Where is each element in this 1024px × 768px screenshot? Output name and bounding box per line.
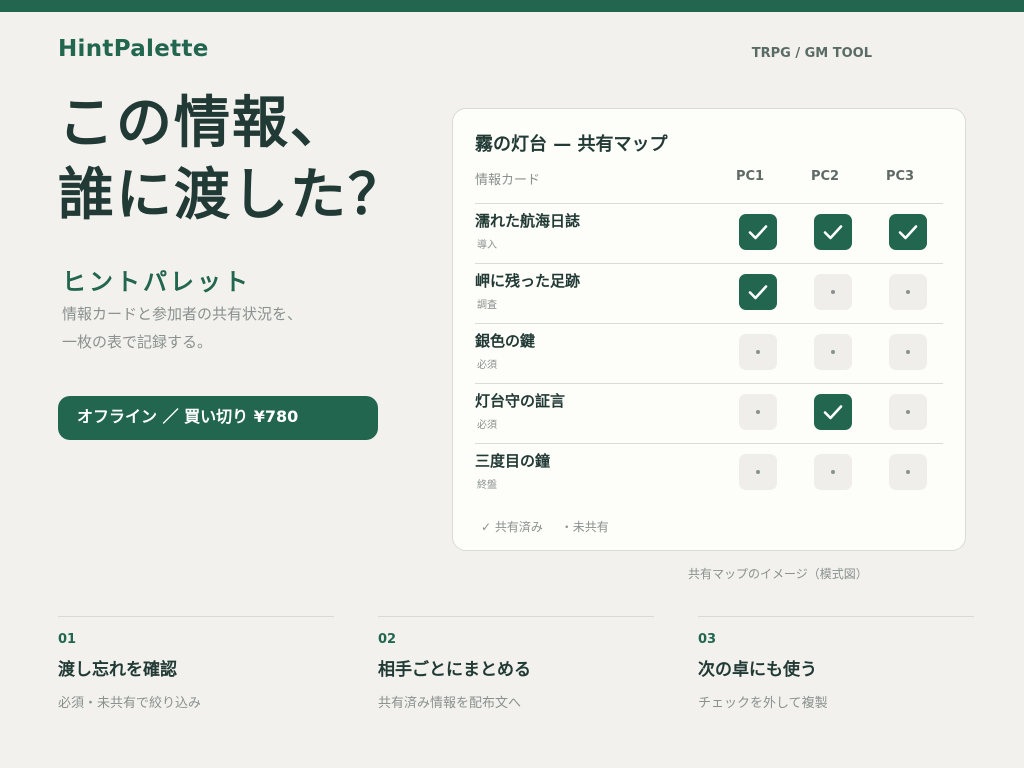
feature-title: 次の卓にも使う <box>698 660 817 680</box>
dot-icon <box>906 470 910 474</box>
legend-unshared: ・未共有 <box>560 520 609 534</box>
player-column-header: PC1 <box>735 169 765 184</box>
dot-icon <box>756 350 760 354</box>
info-card-name: 銀色の鍵 <box>475 332 536 350</box>
feature-number: 01 <box>58 632 77 647</box>
feature-description: 共有済み情報を配布文へ <box>378 696 522 711</box>
info-card-tag: 導入 <box>477 240 497 251</box>
shared-checkbox-unchecked[interactable] <box>814 334 852 370</box>
table-row: 灯台守の証言 必須 <box>475 383 943 443</box>
shared-checkbox-unchecked[interactable] <box>814 454 852 490</box>
check-icon <box>823 225 843 240</box>
share-table: 濡れた航海日誌 導入 岬に残った足跡 調査 銀色の鍵 必須 灯台守の証言 必須 三度目の鐘 終盤 <box>475 203 943 503</box>
info-card-name: 岬に残った足跡 <box>475 272 581 290</box>
feature-title: 相手ごとにまとめる <box>378 660 531 680</box>
check-icon <box>898 225 918 240</box>
info-card-tag: 必須 <box>477 420 497 431</box>
share-map-card: 霧の灯台 — 共有マップ 情報カード PC1 PC2 PC3 濡れた航海日誌導入… <box>452 108 966 551</box>
feature-1: 01 渡し忘れを確認 必須・未共有で絞り込み <box>58 616 334 711</box>
shared-checkbox-checked[interactable] <box>889 214 927 250</box>
table-row: 濡れた航海日誌 導入 <box>475 203 943 263</box>
dot-icon <box>831 470 835 474</box>
shared-checkbox-unchecked[interactable] <box>889 394 927 430</box>
feature-3: 03 次の卓にも使う チェックを外して複製 <box>698 616 974 711</box>
top-accent-bar <box>0 0 1024 12</box>
player-column-header: PC3 <box>885 169 915 184</box>
map-caption: 共有マップのイメージ（模式図） <box>688 567 868 581</box>
info-card-name: 濡れた航海日誌 <box>475 212 581 230</box>
shared-checkbox-checked[interactable] <box>814 214 852 250</box>
hero-title-line-2: 誰に渡した？ <box>58 163 406 228</box>
info-card-tag: 調査 <box>477 300 497 311</box>
shared-checkbox-unchecked[interactable] <box>889 274 927 310</box>
hero-description-line-1: 情報カードと参加者の共有状況を、 <box>62 305 303 323</box>
dot-icon <box>906 410 910 414</box>
shared-checkbox-checked[interactable] <box>739 274 777 310</box>
check-icon <box>748 285 768 300</box>
feature-description: 必須・未共有で絞り込み <box>58 696 202 711</box>
shared-checkbox-unchecked[interactable] <box>739 394 777 430</box>
tagline: TRPG / GM TOOL <box>751 46 872 61</box>
dot-icon <box>906 290 910 294</box>
dot-icon <box>756 470 760 474</box>
check-icon <box>748 225 768 240</box>
shared-checkbox-unchecked[interactable] <box>739 454 777 490</box>
share-map-title: 霧の灯台 — 共有マップ <box>475 134 668 155</box>
shared-checkbox-unchecked[interactable] <box>739 334 777 370</box>
hero-title: この情報、 誰に渡した？ <box>58 88 406 232</box>
info-card-column-header: 情報カード <box>475 173 541 188</box>
hero-description-line-2: 一枚の表で記録する。 <box>62 333 213 351</box>
check-icon <box>823 405 843 420</box>
info-card-tag: 必須 <box>477 360 497 371</box>
table-row: 銀色の鍵 必須 <box>475 323 943 383</box>
info-card-name: 三度目の鐘 <box>475 452 551 470</box>
dot-icon <box>831 290 835 294</box>
shared-checkbox-checked[interactable] <box>814 394 852 430</box>
shared-checkbox-unchecked[interactable] <box>814 274 852 310</box>
table-row: 岬に残った足跡 調査 <box>475 263 943 323</box>
dot-icon <box>756 410 760 414</box>
hero-title-line-1: この情報、 <box>58 91 348 156</box>
feature-2: 02 相手ごとにまとめる 共有済み情報を配布文へ <box>378 616 654 711</box>
purchase-button[interactable]: オフライン ／ 買い切り ¥780 <box>58 396 378 440</box>
player-column-header: PC2 <box>810 169 840 184</box>
feature-number: 02 <box>378 632 397 647</box>
info-card-name: 灯台守の証言 <box>475 392 566 410</box>
shared-checkbox-unchecked[interactable] <box>889 334 927 370</box>
info-card-tag: 終盤 <box>477 480 497 491</box>
shared-checkbox-unchecked[interactable] <box>889 454 927 490</box>
feature-number: 03 <box>698 632 717 647</box>
hero-subtitle: ヒントパレット <box>62 268 251 296</box>
feature-title: 渡し忘れを確認 <box>58 660 177 680</box>
legend-shared: ✓ 共有済み <box>481 520 543 534</box>
hero-description: 情報カードと参加者の共有状況を、 一枚の表で記録する。 <box>62 300 302 356</box>
share-legend: ✓ 共有済み ・未共有 <box>481 518 623 535</box>
logo[interactable]: HintPalette <box>58 36 209 62</box>
shared-checkbox-checked[interactable] <box>739 214 777 250</box>
feature-description: チェックを外して複製 <box>698 696 828 711</box>
dot-icon <box>831 350 835 354</box>
dot-icon <box>906 350 910 354</box>
table-row: 三度目の鐘 終盤 <box>475 443 943 503</box>
